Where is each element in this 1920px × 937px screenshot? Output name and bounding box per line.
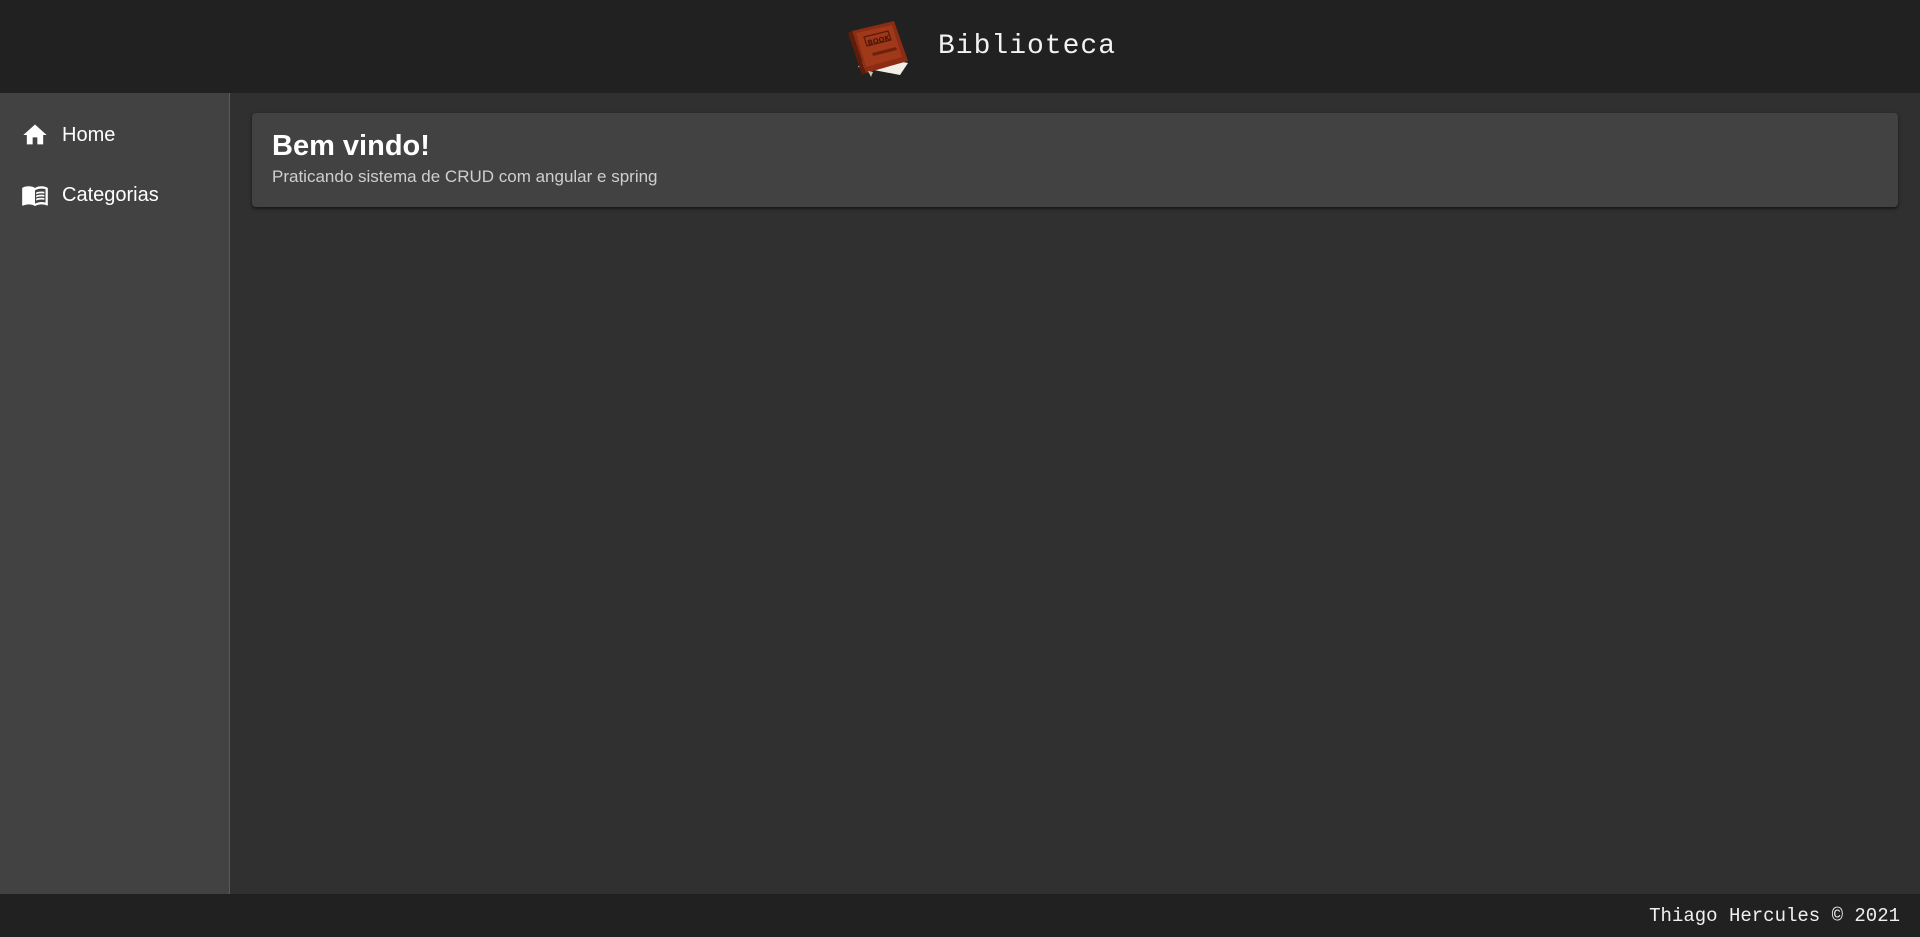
brand[interactable]: BOOK Biblioteca — [844, 17, 1116, 77]
main-content: Bem vindo! Praticando sistema de CRUD co… — [230, 93, 1920, 894]
footer-credits: Thiago Hercules © 2021 — [1649, 904, 1900, 927]
welcome-card: Bem vindo! Praticando sistema de CRUD co… — [252, 113, 1898, 207]
top-toolbar: BOOK Biblioteca — [0, 0, 1920, 93]
sidebar-item-label: Categorias — [62, 183, 159, 206]
footer: Thiago Hercules © 2021 — [0, 894, 1920, 937]
book-icon: BOOK — [844, 17, 916, 77]
content-area: Home Categorias Bem vindo! Praticando si… — [0, 93, 1920, 894]
app-title: Biblioteca — [937, 31, 1117, 62]
home-icon — [20, 120, 50, 150]
card-title: Bem vindo! — [272, 130, 430, 162]
menu-book-icon — [20, 180, 50, 210]
sidebar-item-home[interactable]: Home — [0, 105, 229, 165]
sidebar-item-label: Home — [62, 123, 116, 146]
card-subtitle: Praticando sistema de CRUD com angular e… — [272, 167, 658, 186]
sidebar-item-categorias[interactable]: Categorias — [0, 165, 229, 225]
app-root: BOOK Biblioteca Home Categorias Bem vind… — [0, 0, 1920, 937]
sidebar: Home Categorias — [0, 93, 230, 894]
